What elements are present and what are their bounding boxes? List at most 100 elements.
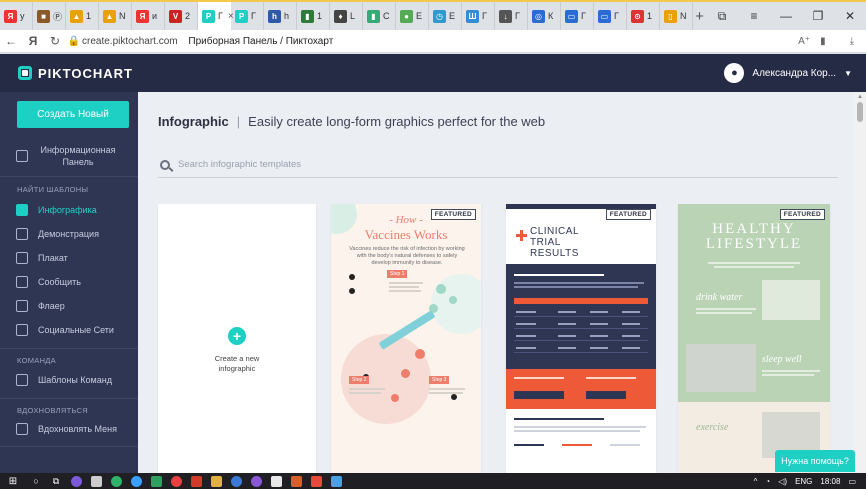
minimize-icon[interactable]: — [770,9,802,23]
sidebar-item-label: Плакат [38,253,68,263]
browser-tab[interactable]: ▲ 1 [66,2,99,30]
inspire-icon [16,423,28,435]
search-icon[interactable]: ○ [26,475,46,487]
browser-tab[interactable]: ■ Ⓟ [33,2,66,30]
piktochart-logo[interactable]: PIKTOCHART [18,66,133,81]
taskbar-app-icon[interactable] [166,475,186,487]
scroll-up-arrow-icon[interactable]: ▲ [854,92,866,102]
browser-tab[interactable]: ● E [396,2,429,30]
tab-search-icon[interactable]: ⧉ [706,9,738,24]
browser-tab[interactable]: ▯ N [660,2,693,30]
download-icon[interactable]: ⤓ [850,36,854,47]
language-indicator[interactable]: ENG [795,477,812,486]
new-tab-button[interactable]: + [693,2,706,30]
notifications-icon[interactable]: ▭ [848,477,856,486]
task-view-icon[interactable]: ⧉ [46,475,66,487]
reload-icon[interactable]: ↻ [44,34,66,48]
tab-favicon-icon: P [202,9,215,23]
search-input[interactable] [178,159,578,170]
template-card-healthy-lifestyle[interactable]: HEALTHY LIFESTYLE drink water sleep well… [678,204,830,473]
taskbar-app-icon[interactable] [66,475,86,487]
taskbar-app-icon[interactable] [226,475,246,487]
browser-tab[interactable]: ⊙ 1 [627,2,660,30]
translate-icon[interactable]: A⁺ [798,36,810,47]
back-arrow-icon[interactable]: ← [0,34,22,48]
browser-tab[interactable]: ▭ Г [594,2,627,30]
sidebar-item-infographic[interactable]: Инфографика [0,204,138,216]
tray-chevron-icon[interactable]: ^ [754,477,758,486]
tab-favicon-icon: ◷ [433,9,446,23]
address-bar: ← Я ↻ 🔒 create.piktochart.com Приборная … [0,30,866,53]
browser-tab[interactable]: Яу [0,2,33,30]
piktochart-logo-icon [18,66,32,80]
tab-label: 2 [185,11,191,21]
sidebar-item-poster[interactable]: Плакат [0,252,138,264]
browser-tab[interactable]: ▮ 1 [297,2,330,30]
browser-tab[interactable]: ↓ Г [495,2,528,30]
network-icon[interactable]: ◔ [765,477,770,486]
browser-tab[interactable]: V2 [165,2,198,30]
sidebar-item-label: Флаер [38,301,65,311]
avatar: ● [724,63,745,83]
extensions-icon[interactable]: ≡ [738,9,770,23]
browser-tab[interactable]: ▭ Г [561,2,594,30]
lock-icon[interactable]: 🔒 [66,36,82,47]
yandex-icon[interactable]: Я [22,34,44,48]
browser-tab[interactable]: PГ [231,2,264,30]
tab-favicon-icon: Ш [466,9,479,23]
main-content: Infographic | Easily create long-form gr… [138,92,854,473]
template-card-vaccines[interactable]: - How - Vaccines Works Vaccines reduce t… [331,204,481,473]
url-text[interactable]: create.piktochart.com Приборная Панель /… [82,36,333,47]
sidebar-item-social-media[interactable]: Социальные Сети [0,324,138,336]
user-menu[interactable]: ● Александра Кор... ▼ [724,63,852,83]
browser-tab[interactable]: P Г × [198,2,234,30]
sidebar-item-flyer[interactable]: Флаер [0,300,138,312]
taskbar-app-icon[interactable] [186,475,206,487]
taskbar-app-icon[interactable] [86,475,106,487]
browser-tab[interactable]: ▮ C [363,2,396,30]
window-controls: ⧉ ≡ — ❐ ✕ [706,2,866,30]
volume-icon[interactable]: ◁) [778,477,787,486]
thumb-summary-band [506,369,656,409]
browser-tab[interactable]: hh [264,2,297,30]
taskbar-app-icon[interactable] [286,475,306,487]
close-window-icon[interactable]: ✕ [834,9,866,23]
template-card-clinical-trial[interactable]: CLINICAL TRIAL RESULTS FEATURED [506,204,656,473]
clock[interactable]: 18:08 [820,477,840,486]
taskbar-app-icon[interactable] [246,475,266,487]
system-tray: ^ ◔ ◁) ENG 18:08 ▭ [754,477,866,486]
browser-tab[interactable]: ◎ К [528,2,561,30]
taskbar-app-icon[interactable] [326,475,346,487]
taskbar-app-icon[interactable] [306,475,326,487]
browser-tab[interactable]: ▲ N [99,2,132,30]
template-thumbnail: - How - Vaccines Works Vaccines reduce t… [331,204,481,473]
create-new-infographic-card[interactable]: + Create a new infographic [158,204,316,473]
scrollbar[interactable]: ▲ [854,92,866,473]
windows-start-icon[interactable]: ⊞ [0,476,26,487]
browser-tab[interactable]: ♦ L [330,2,363,30]
browser-tab[interactable]: ◷ E [429,2,462,30]
bookmark-icon[interactable]: ▮ [820,36,826,47]
help-button[interactable]: Нужна помощь? [775,450,855,472]
sidebar-item-team-templates[interactable]: Шаблоны Команд [0,374,138,386]
search-icon [160,159,170,170]
taskbar-app-icon[interactable] [126,475,146,487]
browser-tab[interactable]: ШГ [462,2,495,30]
create-new-button[interactable]: Создать Новый [17,101,129,128]
table-cell [558,311,576,313]
tab-favicon-icon: h [268,9,281,23]
taskbar-app-icon[interactable] [206,475,226,487]
sidebar-divider [0,176,138,177]
browser-tab[interactable]: Яи [132,2,165,30]
sidebar-item-dashboard[interactable]: Информационная Панель [0,144,138,168]
table-cell [622,311,640,313]
tab-favicon-icon: P [235,9,248,23]
sidebar-item-inspire-me[interactable]: Вдохновлять Меня [0,423,138,435]
sidebar-item-report[interactable]: Сообщить [0,276,138,288]
restore-icon[interactable]: ❐ [802,9,834,23]
scroll-thumb[interactable] [857,102,863,122]
taskbar-app-icon[interactable] [146,475,166,487]
taskbar-app-icon[interactable] [266,475,286,487]
taskbar-app-icon[interactable] [106,475,126,487]
sidebar-item-presentation[interactable]: Демонстрация [0,228,138,240]
